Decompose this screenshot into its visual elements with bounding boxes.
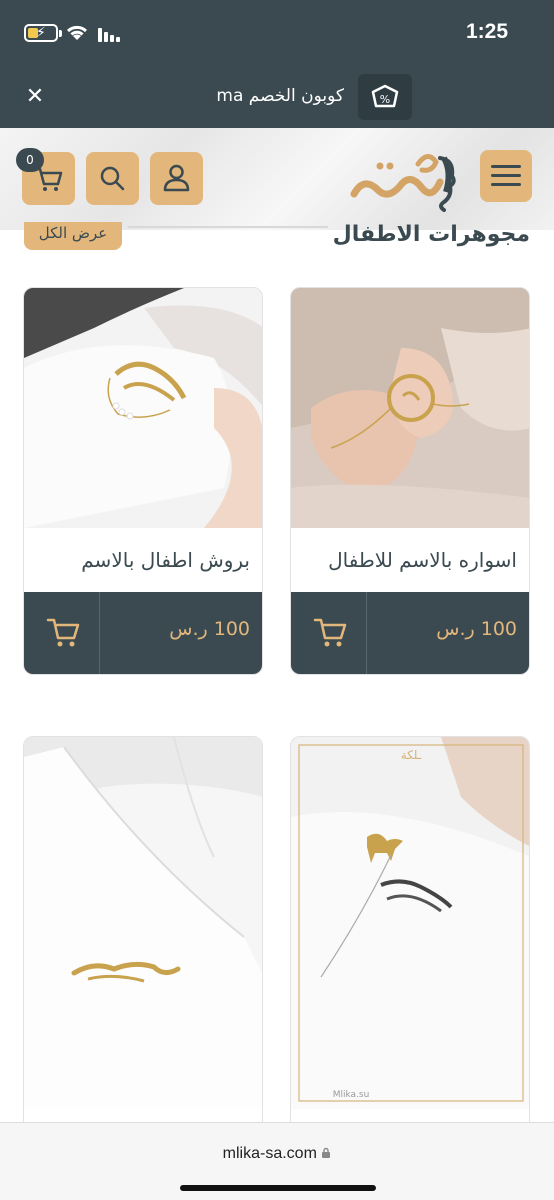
cart-icon xyxy=(313,618,347,647)
user-icon xyxy=(163,164,190,192)
product-footer: 100 ر.س xyxy=(291,592,529,674)
battery-icon: ⚡ xyxy=(24,24,62,42)
coupon-banner: ✕ كوبون الخصم ma % xyxy=(0,66,554,128)
site-header xyxy=(0,128,554,230)
app-root: ⚡ 1:25 ✕ كوبون الخصم ma % 0 مجوهرات الاط… xyxy=(0,0,554,1200)
coupon-icon-box: % xyxy=(358,74,412,120)
cart-icon xyxy=(46,618,80,647)
brand-logo[interactable] xyxy=(348,142,460,214)
section-title: مجوهرات الاطفال xyxy=(332,222,530,247)
view-all-button[interactable]: عرض الكل xyxy=(24,222,122,250)
product-price: 100 ر.س xyxy=(169,618,250,640)
product-footer: 100 ر.س xyxy=(24,592,262,674)
product-card[interactable] xyxy=(23,736,263,1156)
hamburger-icon xyxy=(491,165,521,186)
clock: 1:25 xyxy=(465,20,508,43)
product-card[interactable]: بروش اطفال بالاسم 100 ر.س xyxy=(23,287,263,675)
browser-url-bar[interactable]: mlika-sa.com xyxy=(0,1122,554,1200)
url-display[interactable]: mlika-sa.com xyxy=(0,1145,554,1163)
product-image[interactable] xyxy=(24,737,262,1109)
product-name[interactable]: اسواره بالاسم للاطفال xyxy=(328,548,517,572)
product-price: 100 ر.س xyxy=(436,618,517,640)
product-card[interactable]: اسواره بالاسم للاطفال 100 ر.س xyxy=(290,287,530,675)
product-name[interactable]: بروش اطفال بالاسم xyxy=(81,548,250,572)
search-button[interactable] xyxy=(86,152,139,205)
account-button[interactable] xyxy=(150,152,203,205)
menu-button[interactable] xyxy=(480,150,532,202)
lock-icon xyxy=(322,1147,331,1158)
cart-count-badge: 0 xyxy=(16,148,44,172)
add-to-cart-button[interactable] xyxy=(291,592,367,674)
svg-text:ـلكة: ـلكة xyxy=(401,748,422,762)
wifi-icon xyxy=(66,25,88,40)
product-card[interactable]: ـلكة Mlika.su xyxy=(290,736,530,1156)
product-image[interactable] xyxy=(291,288,529,528)
signal-icon xyxy=(98,28,120,42)
product-image[interactable] xyxy=(24,288,262,528)
add-to-cart-button[interactable] xyxy=(24,592,100,674)
close-icon[interactable]: ✕ xyxy=(20,82,50,112)
home-indicator xyxy=(180,1185,376,1191)
svg-text:Mlika.su: Mlika.su xyxy=(333,1090,370,1100)
tag-icon: % xyxy=(371,84,399,108)
svg-text:%: % xyxy=(380,93,390,106)
coupon-text: كوبون الخصم ma xyxy=(216,86,344,106)
section-divider xyxy=(128,226,328,228)
search-icon xyxy=(100,166,125,191)
product-image[interactable]: ـلكة Mlika.su xyxy=(291,737,529,1109)
status-bar: ⚡ 1:25 xyxy=(0,0,554,66)
url-text: mlika-sa.com xyxy=(222,1145,317,1162)
